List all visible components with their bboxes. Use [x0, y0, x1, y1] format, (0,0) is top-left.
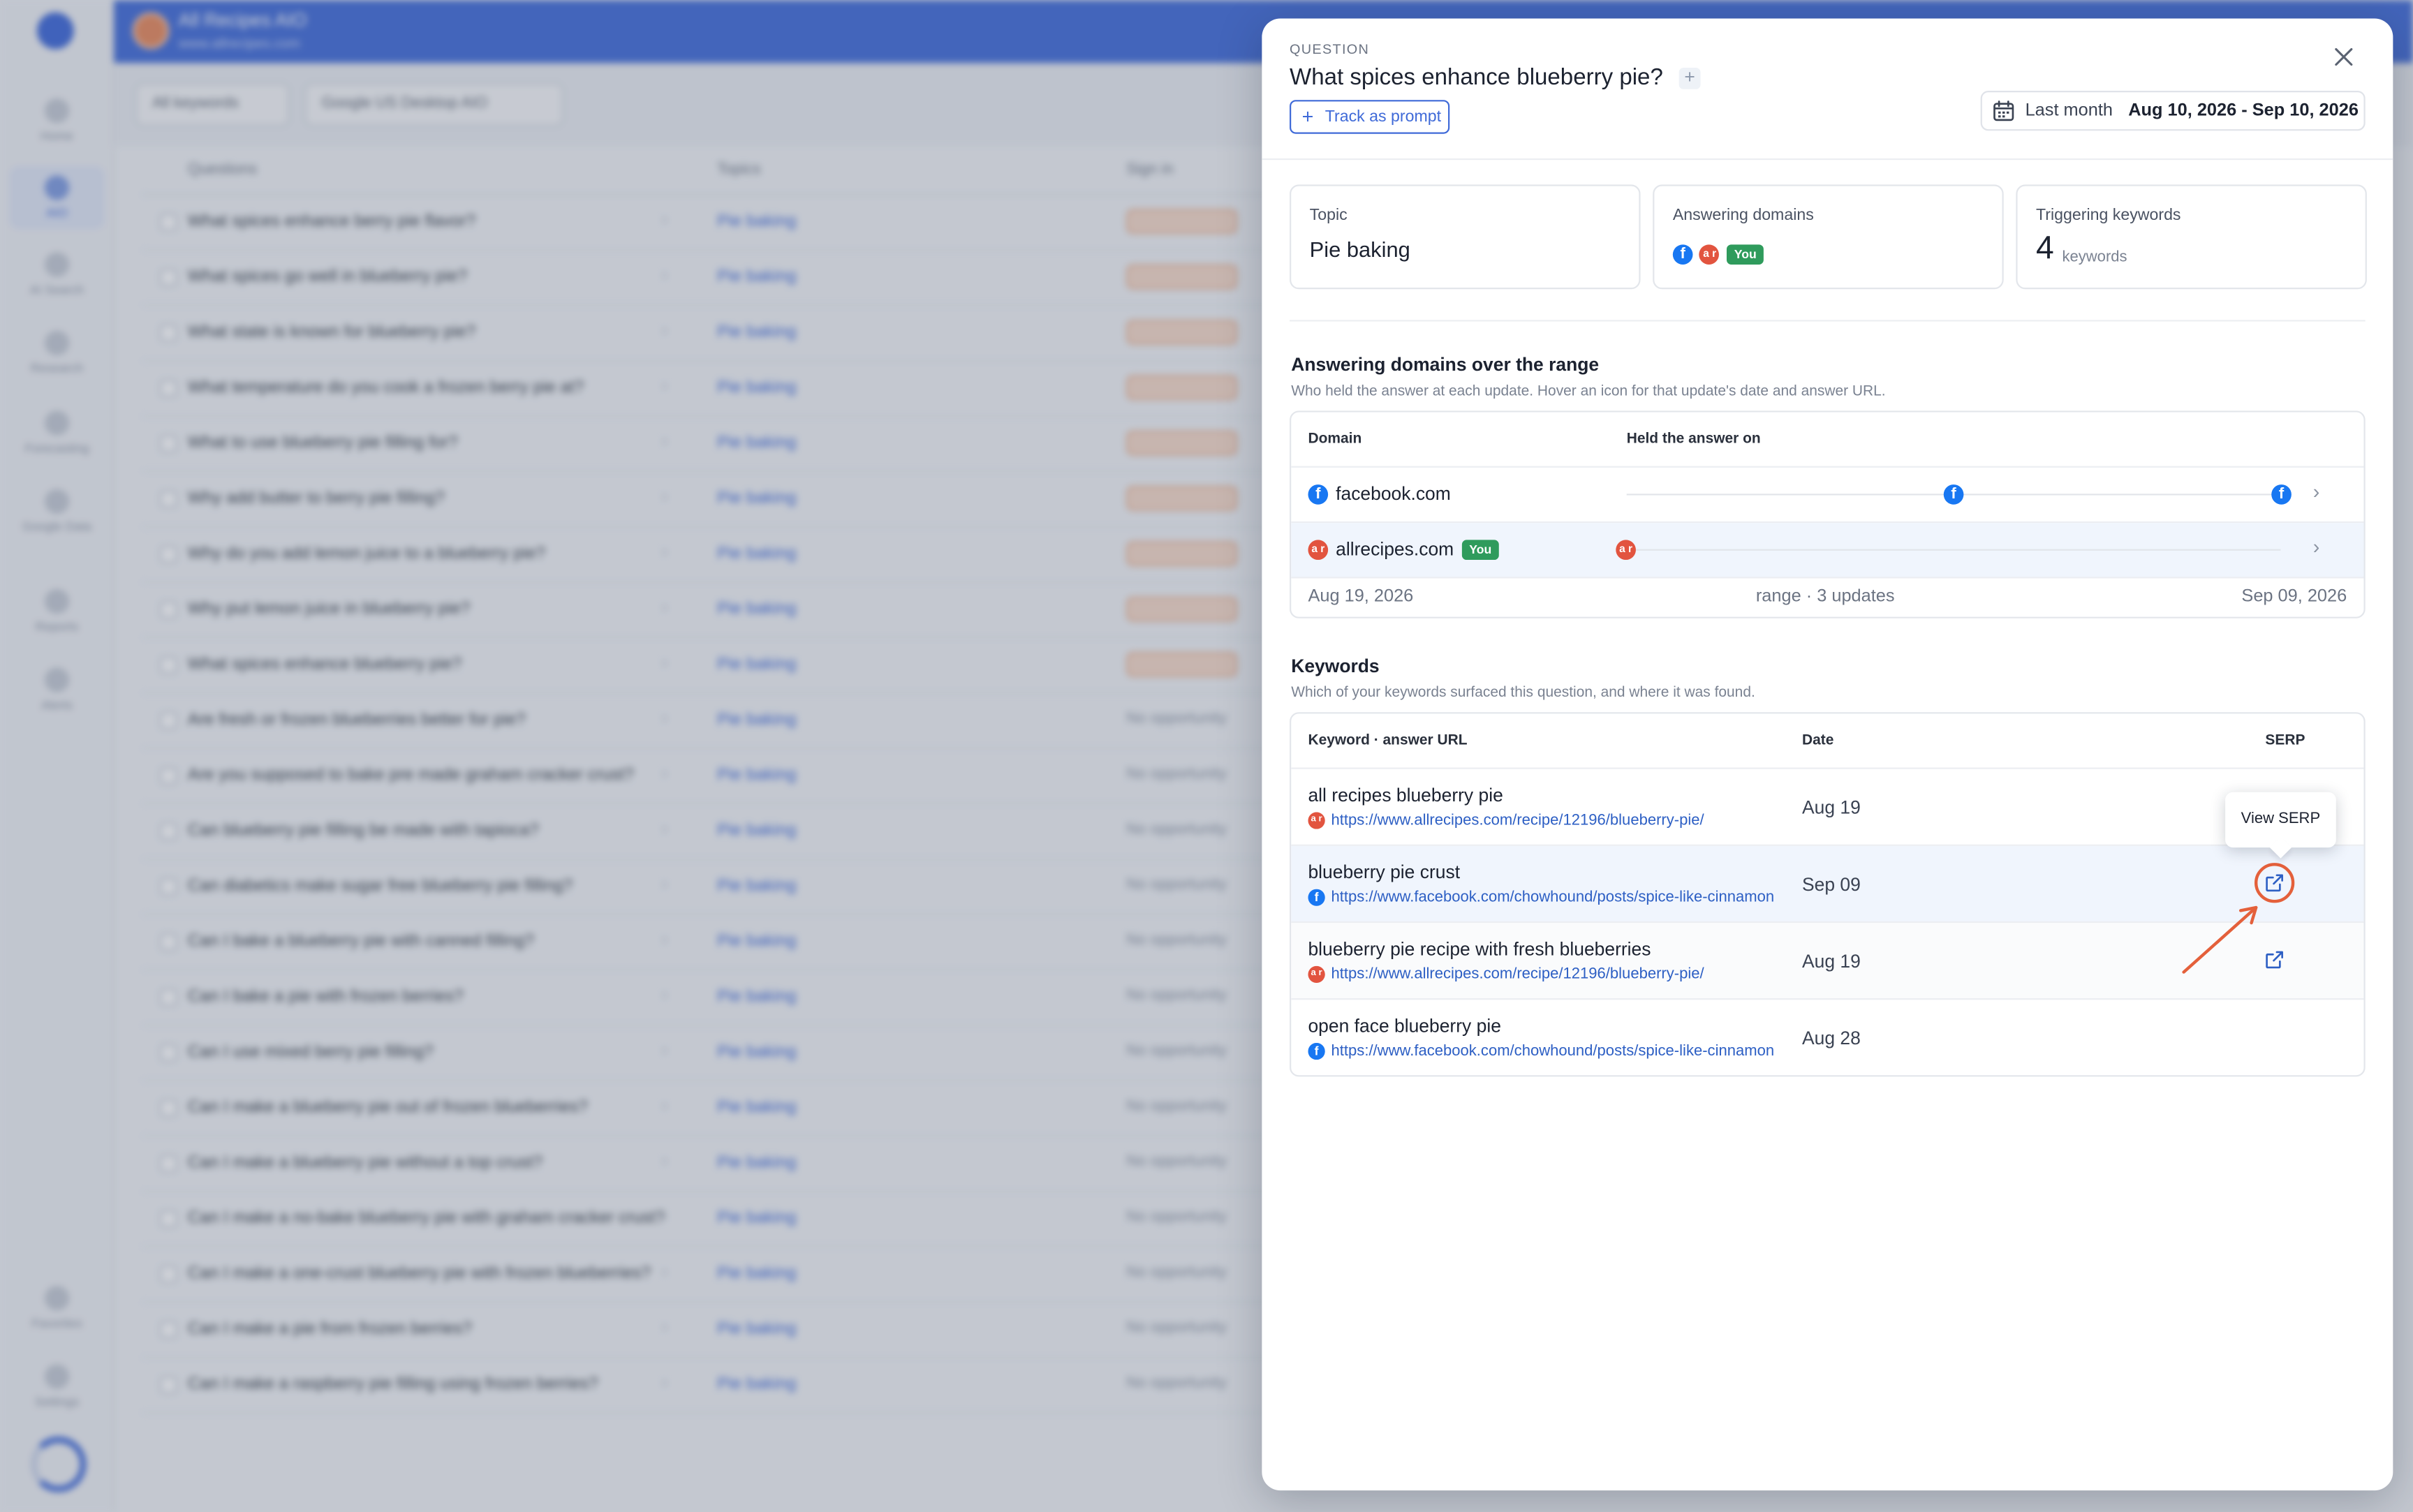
column-date: Date [1801, 732, 1834, 750]
keyword-date: Aug 28 [1801, 1027, 1861, 1049]
domains-timeline-table: Domain Held the answer on f facebook.com … [1290, 410, 2366, 618]
domains-section-subtitle: Who held the answer at each update. Hove… [1291, 383, 1886, 400]
keyword-text: blueberry pie recipe with fresh blueberr… [1308, 938, 1651, 960]
you-badge: You [1726, 244, 1764, 265]
plus-icon: + [1301, 104, 1314, 128]
keywords-table: Keyword · answer URL Date SERP all recip… [1290, 712, 2366, 1077]
facebook-icon[interactable]: f [2271, 484, 2292, 505]
domain-row-allrecipes[interactable]: a r allrecipes.com You a r › [1291, 523, 2364, 579]
keyword-text: blueberry pie crust [1308, 861, 1461, 883]
keyword-text: open face blueberry pie [1308, 1015, 1501, 1037]
chevron-right-icon[interactable]: › [2313, 535, 2320, 558]
allrecipes-icon: a r [1308, 812, 1325, 829]
topic-label: Topic [1309, 206, 1348, 225]
keywords-section-subtitle: Which of your keywords surfaced this que… [1291, 684, 1755, 702]
facebook-icon: f [1308, 1042, 1325, 1060]
answer-url-link[interactable]: f https://www.facebook.com/chowhound/post… [1308, 1042, 1785, 1060]
table-row: all recipes blueberry pie a r https://www… [1291, 769, 2364, 846]
triggering-keywords-card: Triggering keywords 4 keywords [2016, 184, 2367, 290]
facebook-icon: f [1672, 244, 1693, 265]
keyword-text: all recipes blueberry pie [1308, 784, 1503, 806]
answer-url-link[interactable]: f https://www.facebook.com/chowhound/post… [1308, 889, 1785, 906]
facebook-icon[interactable]: f [1943, 484, 1964, 505]
keywords-section-title: Keywords [1291, 655, 1380, 677]
date-range-value: Aug 10, 2026 - Sep 10, 2026 [2128, 101, 2359, 120]
answering-domains-label: Answering domains [1672, 206, 1814, 225]
panel-header: QUESTION What spices enhance blueberry p… [1262, 18, 2393, 161]
column-serp: SERP [2265, 732, 2305, 750]
range-start: Aug 19, 2026 [1308, 587, 1414, 607]
domain-name: facebook.com [1336, 482, 1451, 505]
timeline-track [1626, 549, 2281, 551]
close-icon[interactable] [2333, 46, 2354, 68]
answer-url-link[interactable]: a r https://www.allrecipes.com/recipe/121… [1308, 965, 1785, 984]
domains-section-title: Answering domains over the range [1291, 353, 1600, 376]
allrecipes-icon: a r [1699, 244, 1720, 265]
add-icon[interactable]: + [1678, 67, 1701, 89]
page-title: What spices enhance blueberry pie? [1290, 64, 1663, 91]
triggering-keywords-count: 4 [2036, 230, 2054, 267]
external-link-icon[interactable] [2265, 874, 2283, 892]
column-held-answer: Held the answer on [1626, 430, 1761, 448]
allrecipes-icon[interactable]: a r [1616, 540, 1636, 561]
view-serp-tooltip: View SERP [2225, 792, 2336, 848]
column-domain: Domain [1308, 430, 1362, 448]
annotation-arrow-icon [2182, 905, 2258, 974]
allrecipes-icon: a r [1308, 965, 1325, 984]
triggering-keywords-label: Triggering keywords [2036, 206, 2181, 225]
date-range-label: Last month [2025, 101, 2113, 120]
keyword-date: Aug 19 [1801, 796, 1861, 819]
topic-card: Topic Pie baking [1290, 184, 1641, 290]
panel-eyebrow: QUESTION [1290, 41, 1370, 57]
range-end: Sep 09, 2026 [2241, 587, 2347, 607]
timeline-range-footer: Aug 19, 2026 range · 3 updates Sep 09, 2… [1291, 579, 2363, 617]
track-as-prompt-button[interactable]: + Track as prompt [1290, 100, 1450, 134]
you-badge: You [1461, 540, 1500, 561]
domain-row-facebook[interactable]: f facebook.com f f › [1291, 468, 2364, 524]
divider [1290, 320, 2366, 322]
facebook-icon: f [1308, 484, 1329, 505]
answering-domain-icons: f a r You [1672, 242, 1764, 265]
table-header: Domain Held the answer on [1291, 413, 2364, 468]
column-keyword: Keyword · answer URL [1308, 732, 1468, 750]
domain-name: allrecipes.com [1336, 538, 1454, 561]
answer-url-link[interactable]: a r https://www.allrecipes.com/recipe/121… [1308, 812, 1785, 829]
facebook-icon: f [1308, 889, 1325, 906]
question-detail-panel: QUESTION What spices enhance blueberry p… [1262, 18, 2393, 1491]
range-summary: range · 3 updates [1755, 587, 1895, 607]
table-row: open face blueberry pie f https://www.fac… [1291, 1000, 2363, 1075]
answering-domains-card: Answering domains f a r You [1653, 184, 2004, 290]
topic-value: Pie baking [1309, 237, 1410, 262]
chevron-right-icon[interactable]: › [2313, 480, 2320, 503]
keyword-date: Aug 19 [1801, 950, 1861, 972]
date-range-picker[interactable]: Last month Aug 10, 2026 - Sep 10, 2026 [1980, 91, 2366, 131]
keyword-date: Sep 09 [1801, 873, 1861, 896]
table-header: Keyword · answer URL Date SERP [1291, 713, 2364, 769]
calendar-icon [1993, 101, 2014, 121]
external-link-icon[interactable] [2265, 951, 2283, 969]
triggering-keywords-unit: keywords [2062, 249, 2127, 267]
allrecipes-icon: a r [1308, 540, 1329, 561]
